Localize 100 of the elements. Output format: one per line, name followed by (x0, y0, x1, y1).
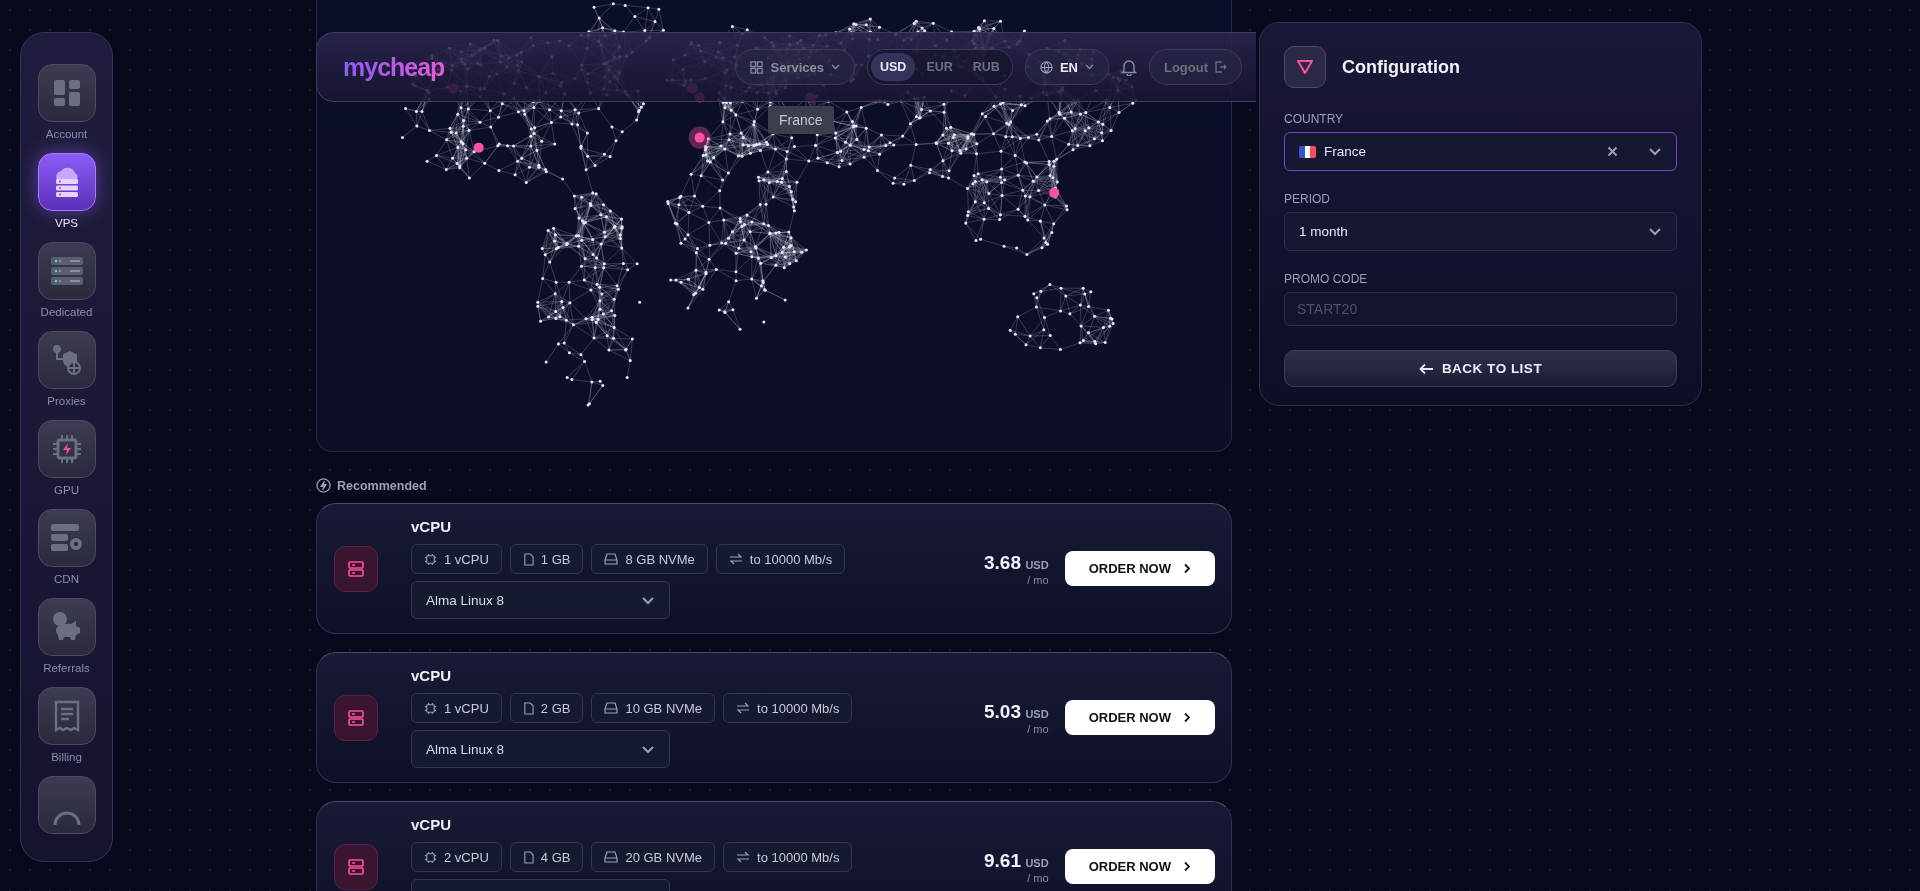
currency-label: USD (1025, 856, 1049, 869)
spec-chip: to 10000 Mb/s (723, 842, 853, 872)
nav-tile[interactable] (37, 776, 96, 834)
lightning-icon (316, 478, 331, 493)
currency-label: USD (1025, 558, 1049, 571)
receipt-icon (53, 700, 80, 732)
period-select[interactable]: 1 month (1284, 212, 1677, 251)
currency-label: USD (1025, 707, 1049, 720)
drive-icon (604, 851, 619, 863)
filter-icon (1284, 46, 1326, 88)
spec-chip: 10 GB NVMe (591, 693, 715, 723)
nav-label: Dedicated (40, 306, 93, 320)
map-tooltip: France (768, 106, 834, 134)
spec-chip: to 10000 Mb/s (715, 544, 846, 574)
server-icon (334, 843, 378, 890)
nav-tile[interactable] (37, 509, 96, 567)
nav-tile[interactable] (37, 153, 96, 211)
currency-option[interactable]: EUR (917, 53, 962, 81)
nav-tile[interactable] (37, 242, 96, 300)
drive-icon (604, 702, 619, 714)
spec-chip: 20 GB NVMe (591, 842, 715, 872)
drive-icon (604, 553, 619, 565)
server-gear-icon (49, 523, 84, 553)
nav-label: Billing (51, 751, 82, 765)
chevron-right-icon (1183, 712, 1191, 723)
cpu-icon (424, 701, 437, 715)
headset-icon (51, 809, 82, 825)
promo-code-input[interactable]: START20 (1284, 292, 1677, 326)
notification-bell-icon[interactable] (1120, 58, 1137, 76)
cpu-icon (424, 552, 437, 566)
os-select[interactable]: Alma Linux 8 (411, 730, 670, 768)
chevron-right-icon (1183, 861, 1191, 872)
nav-label: VPS (55, 217, 78, 231)
price-period: / mo (1027, 573, 1049, 586)
clear-icon[interactable] (1607, 146, 1618, 157)
field-label: PROMO CODE (1284, 272, 1369, 286)
dashboard-icon (51, 78, 82, 108)
server-icon (334, 694, 378, 741)
chevron-down-icon (1648, 227, 1662, 236)
memory-card-icon (522, 701, 534, 715)
section-heading: Recommended (337, 478, 427, 493)
nav-tile[interactable] (37, 64, 96, 122)
plan-title: vCPU (411, 816, 452, 833)
plan-price: 3.68 (984, 551, 1021, 573)
order-button[interactable]: ORDER NOW (1064, 849, 1215, 884)
spec-chip: 2 vCPU (411, 842, 502, 872)
os-select[interactable]: Alma Linux 8 (411, 581, 670, 619)
spec-chip: 1 GB (509, 544, 584, 574)
nav-label: Proxies (47, 395, 86, 409)
caret-icon (1084, 64, 1094, 70)
back-to-list-button[interactable]: BACK TO LIST (1284, 350, 1677, 387)
globe-icon (1039, 60, 1053, 74)
caret-icon (831, 64, 840, 70)
nav-tile[interactable] (37, 687, 96, 745)
nav-tile[interactable] (37, 598, 96, 656)
currency-option[interactable]: RUB (963, 53, 1009, 81)
chevron-down-icon (1648, 147, 1662, 156)
server-icon (334, 545, 378, 592)
nav-tile[interactable] (37, 331, 96, 389)
chevron-down-icon (641, 595, 655, 605)
plan-title: vCPU (411, 667, 452, 684)
price-period: / mo (1027, 871, 1049, 884)
plan-title: vCPU (411, 518, 452, 535)
order-button[interactable]: ORDER NOW (1064, 551, 1215, 586)
plan-price: 5.03 (984, 700, 1021, 722)
plan-price: 9.61 (984, 849, 1021, 871)
field-label: COUNTRY (1284, 112, 1345, 126)
server-rack-icon (49, 256, 84, 286)
spec-chip: 8 GB NVMe (591, 544, 708, 574)
nav-label: Referrals (43, 662, 90, 676)
spec-chip: 1 vCPU (411, 693, 502, 723)
transfer-arrows-icon (728, 553, 743, 565)
price-period: / mo (1027, 722, 1049, 735)
spec-chip: 4 GB (509, 842, 584, 872)
country-select[interactable]: France (1284, 132, 1677, 171)
transfer-arrows-icon (736, 851, 750, 863)
cpu-icon (424, 850, 437, 864)
currency-option[interactable]: USD (871, 53, 916, 81)
arrow-left-icon (1418, 362, 1434, 375)
language-menu[interactable]: EN (1024, 49, 1109, 85)
memory-card-icon (522, 850, 534, 864)
memory-card-icon (522, 552, 534, 566)
nav-label: Account (45, 128, 88, 142)
transfer-arrows-icon (736, 702, 750, 714)
panel-title: Configuration (1342, 56, 1460, 78)
nav-tile[interactable] (37, 420, 96, 478)
nav-label: GPU (54, 484, 79, 498)
logout-icon (1215, 61, 1227, 73)
spec-chip: 1 vCPU (411, 544, 502, 574)
shield-globe-icon (50, 344, 83, 376)
chevron-down-icon (641, 744, 655, 754)
grid-icon (750, 60, 764, 74)
spec-chip: to 10000 Mb/s (723, 693, 853, 723)
nav-label: CDN (54, 573, 79, 587)
field-label: PERIOD (1284, 192, 1331, 206)
flag-icon (1299, 145, 1316, 158)
order-button[interactable]: ORDER NOW (1064, 700, 1215, 735)
chip-icon (50, 433, 83, 465)
services-menu[interactable]: Services (735, 49, 855, 85)
spec-chip: 2 GB (509, 693, 584, 723)
